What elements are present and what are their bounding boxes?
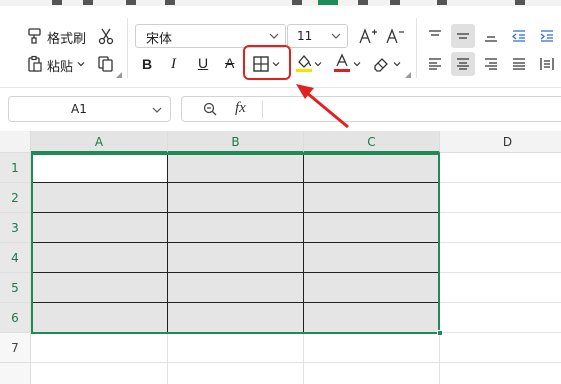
borders-highlight-box xyxy=(243,45,291,80)
expand-corner-icon[interactable] xyxy=(116,72,122,78)
cell[interactable] xyxy=(31,273,168,303)
ribbon-toolbar: 格式刷 粘贴 宋体 11 B I U A xyxy=(0,0,561,88)
cell[interactable] xyxy=(304,153,440,183)
zoom-search-icon[interactable] xyxy=(202,101,218,117)
eraser-icon[interactable] xyxy=(372,55,390,73)
align-top-icon[interactable] xyxy=(427,28,443,44)
row-header-2[interactable]: 2 xyxy=(0,183,31,213)
column-header-c[interactable]: C xyxy=(304,131,440,153)
name-box[interactable]: A1 xyxy=(8,96,171,122)
justify-icon[interactable] xyxy=(511,56,527,72)
row-header-3[interactable]: 3 xyxy=(0,213,31,243)
decrease-indent-icon[interactable] xyxy=(511,28,527,44)
cell[interactable] xyxy=(31,153,168,183)
cell[interactable] xyxy=(31,213,168,243)
cell[interactable] xyxy=(168,243,304,273)
cell[interactable] xyxy=(168,273,304,303)
name-box-value: A1 xyxy=(71,102,87,116)
row-header-6[interactable]: 6 xyxy=(0,303,31,333)
distributed-align-icon[interactable] xyxy=(539,56,555,72)
align-middle-icon[interactable] xyxy=(455,28,471,44)
row-header-7[interactable]: 7 xyxy=(0,333,31,363)
decrease-font-size-icon[interactable] xyxy=(385,27,405,45)
cell[interactable] xyxy=(31,243,168,273)
cell[interactable] xyxy=(304,333,440,363)
cell[interactable] xyxy=(440,303,561,333)
select-all-corner[interactable] xyxy=(0,131,31,153)
cell[interactable] xyxy=(168,303,304,333)
column-header-b[interactable]: B xyxy=(168,131,304,153)
cell[interactable] xyxy=(304,363,440,384)
cell[interactable] xyxy=(168,153,304,183)
increase-font-size-icon[interactable] xyxy=(358,27,378,45)
row-header-1[interactable]: 1 xyxy=(0,153,31,183)
fill-handle[interactable] xyxy=(437,330,443,336)
strikethrough-button[interactable]: A xyxy=(225,55,234,71)
cell[interactable] xyxy=(440,213,561,243)
column-header-d[interactable]: D xyxy=(440,131,561,153)
increase-indent-icon[interactable] xyxy=(539,28,555,44)
cell[interactable] xyxy=(304,303,440,333)
cell[interactable] xyxy=(440,363,561,384)
underline-button[interactable]: U xyxy=(198,55,208,71)
cell[interactable] xyxy=(168,333,304,363)
copy-icon[interactable] xyxy=(97,55,115,73)
formula-bar[interactable]: fx xyxy=(181,96,561,122)
cell[interactable] xyxy=(304,273,440,303)
align-bottom-icon[interactable] xyxy=(483,28,499,44)
column-header-a[interactable]: A xyxy=(31,131,168,153)
row-header-8[interactable] xyxy=(0,363,31,384)
chevron-down-icon[interactable] xyxy=(314,60,322,68)
expand-corner-icon[interactable] xyxy=(405,72,411,78)
format-painter-icon[interactable] xyxy=(26,27,44,45)
font-size-value: 11 xyxy=(297,29,313,43)
align-center-icon[interactable] xyxy=(455,56,471,72)
paste-label[interactable]: 粘贴 xyxy=(47,56,73,75)
cell[interactable] xyxy=(168,213,304,243)
cell[interactable] xyxy=(168,183,304,213)
fill-color-icon[interactable] xyxy=(295,53,313,73)
cell[interactable] xyxy=(31,333,168,363)
font-name-value: 宋体 xyxy=(146,32,173,47)
chevron-down-icon[interactable] xyxy=(353,60,361,68)
row-header-4[interactable]: 4 xyxy=(0,243,31,273)
align-right-icon[interactable] xyxy=(483,56,499,72)
cell[interactable] xyxy=(440,273,561,303)
chevron-down-icon[interactable] xyxy=(77,60,85,68)
cut-icon[interactable] xyxy=(97,27,115,45)
font-size-select[interactable]: 11 xyxy=(287,24,348,48)
cell[interactable] xyxy=(440,333,561,363)
italic-button[interactable]: I xyxy=(171,56,176,73)
cell[interactable] xyxy=(440,153,561,183)
cell[interactable] xyxy=(440,243,561,273)
ribbon-tab-strip xyxy=(0,0,561,6)
format-painter-label[interactable]: 格式刷 xyxy=(47,28,86,47)
paste-icon[interactable] xyxy=(26,55,44,73)
cell[interactable] xyxy=(304,213,440,243)
cell[interactable] xyxy=(168,363,304,384)
cell[interactable] xyxy=(304,183,440,213)
font-color-icon[interactable] xyxy=(333,53,351,73)
bold-button[interactable]: B xyxy=(142,56,152,72)
chevron-down-icon xyxy=(269,30,279,44)
cell[interactable] xyxy=(304,243,440,273)
row-header-5[interactable]: 5 xyxy=(0,273,31,303)
insert-function-button[interactable]: fx xyxy=(235,100,246,117)
align-left-icon[interactable] xyxy=(427,56,443,72)
chevron-down-icon xyxy=(331,30,341,44)
chevron-down-icon[interactable] xyxy=(393,60,401,68)
cell[interactable] xyxy=(31,183,168,213)
cell[interactable] xyxy=(31,303,168,333)
cell[interactable] xyxy=(31,363,168,384)
chevron-down-icon[interactable] xyxy=(152,104,162,118)
cell[interactable] xyxy=(440,183,561,213)
